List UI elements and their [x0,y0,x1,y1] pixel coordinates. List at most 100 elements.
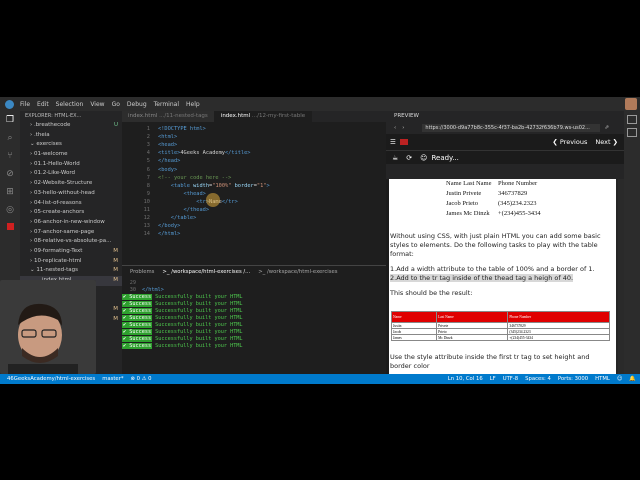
code-line[interactable]: <table width="100%" border="1"> [158,183,270,189]
reset-icon[interactable]: ⟳ [406,154,412,162]
tab-terminal-2[interactable]: >_ /workspace/html-exercises [258,269,337,275]
url-input[interactable]: https://3000-d9a77b8c-355c-4f37-ba2b-427… [422,124,601,132]
search-icon[interactable]: ⌕ [0,129,20,147]
previous-button[interactable]: ❮ Previous [552,138,587,146]
sidebar-item-label: › 05-create-anchors [30,209,85,216]
code-line[interactable]: <head> [158,142,177,148]
cursor-position[interactable]: Ln 10, Col 16 [448,376,483,382]
sidebar-item[interactable]: › 10-replicate-html M [20,257,122,267]
line-number: 10 [143,198,150,205]
problems-count[interactable]: ⊗ 0 ⚠ 0 [131,376,152,382]
action-bar: ☕ ⟳ ☺ Ready... [386,150,624,164]
code-token: <table [170,182,194,189]
encoding[interactable]: UTF-8 [503,376,518,382]
webcam-overlay [0,280,96,374]
flag-icon[interactable] [399,139,408,145]
sidebar-item[interactable]: › 07-anchor-same-page [20,228,122,238]
open-external-icon[interactable]: ⇗ [604,125,609,131]
source-control-icon[interactable]: ⑂ [0,147,20,165]
extensions-icon[interactable]: ⊞ [0,183,20,201]
code-line[interactable]: <body> [158,167,177,173]
preview-panel-icon[interactable] [627,115,637,124]
debug-icon[interactable]: ⊘ [0,165,20,183]
sidebar-item-label: › 01-welcome [30,151,68,158]
user-avatar[interactable] [625,98,637,110]
ports[interactable]: Ports: 3000 [558,376,588,382]
sidebar-item[interactable]: › 04-list-of-reasons [20,199,122,209]
menu-debug[interactable]: Debug [127,101,147,108]
code-line[interactable]: </thead> [158,207,210,213]
code-token: </body> [158,223,181,230]
indentation[interactable]: Spaces: 4 [525,376,551,382]
workspace-name[interactable]: 46GeeksAcademy/html-exercises [7,376,95,382]
back-icon[interactable]: ‹ [394,125,396,131]
code-token: > [266,182,270,189]
code-token: </thead> [183,207,210,213]
menu-edit[interactable]: Edit [37,101,49,108]
code-line[interactable]: <!DOCTYPE html> [158,126,206,132]
line-ending[interactable]: LF [490,376,496,382]
code-line[interactable]: <!-- your code here --> [158,175,231,181]
run-icon[interactable]: ☕ [392,154,398,162]
menu-view[interactable]: View [90,101,104,108]
menu-file[interactable]: File [20,101,30,108]
task-list: 1.Add a width attribute to the table of … [390,265,595,282]
code-line[interactable]: <thead> [158,191,206,197]
language-mode[interactable]: HTML [595,376,610,382]
code-line[interactable]: </body> [158,223,180,229]
code-line[interactable]: <html> [158,134,177,140]
menu-icon[interactable]: ☰ [390,138,396,146]
sidebar-item[interactable]: › .breathecode U [20,121,122,131]
files-icon[interactable]: ❐ [0,111,20,129]
tab-problems[interactable]: Problems [130,269,154,275]
bell-icon[interactable]: 🔔 [629,376,636,382]
code-line[interactable]: <tr>Name</tr> [158,198,238,205]
mouse-cursor-highlight [206,193,220,207]
git-branch[interactable]: master* [102,376,123,382]
sidebar-item[interactable]: › 02-Website-Structure [20,179,122,189]
menu-terminal[interactable]: Terminal [154,101,179,108]
git-status-badge: M [113,306,118,313]
outline-icon[interactable] [627,128,637,137]
preview-title: PREVIEW [394,113,419,119]
feedback-icon[interactable]: ☺ [617,376,623,382]
code-line[interactable]: </html> [158,231,180,237]
sidebar-item[interactable]: › 01-welcome [20,150,122,160]
code-token: </table> [170,215,197,222]
code-line[interactable]: </head> [158,158,180,164]
sample-row: Name Last Name Phone Number [446,179,541,189]
editor-tabs: index.html .../11-nested-tags index.html… [122,111,386,122]
menu-selection[interactable]: Selection [56,101,84,108]
sidebar-item[interactable]: › .theia [20,131,122,141]
code-line[interactable]: </table> [158,215,197,222]
sidebar-item[interactable]: › 08-relative-vs-absolute-pa... [20,237,122,247]
forward-icon[interactable]: › [402,125,404,131]
line-number: 4 [146,150,150,157]
sidebar-item[interactable]: › 03-hello-without-head [20,189,122,199]
terminal-success-line: ✔ Success Successfully built your HTML [122,301,386,308]
next-button[interactable]: Next ❯ [595,138,618,146]
code-token: <!DOCTYPE html> [158,126,206,132]
sidebar-item[interactable]: › 01.2-Like-Word [20,169,122,179]
code-token: </tr> [221,198,238,205]
menu-help[interactable]: Help [186,101,200,108]
tab-my-first-table[interactable]: index.html .../12-my-first-table [214,111,313,122]
tab-terminal-1[interactable]: >_ /workspace/html-exercises /... [162,269,250,275]
menu-go[interactable]: Go [112,101,120,108]
line-number: 1 [146,126,150,132]
terminal-line: 30 </html> [122,287,386,294]
sidebar-item[interactable]: › 06-anchor-in-new-window [20,218,122,228]
sidebar-item-label: › .theia [30,131,50,138]
sidebar-item[interactable]: ⌄ exercises [20,140,122,150]
sidebar-item[interactable]: › 09-formating-Text M [20,247,122,257]
vscode-window: File Edit Selection View Go Debug Termin… [0,97,640,384]
sidebar-item[interactable]: ⌄ 11-nested-tags M [20,266,122,276]
sidebar-item[interactable]: › 01.1-Hello-World [20,160,122,170]
tab-nested-tags[interactable]: index.html .../11-nested-tags [122,111,215,122]
stop-icon[interactable] [6,223,14,230]
line-number: 9 [146,190,150,197]
remote-icon[interactable]: ◎ [0,201,20,219]
sidebar-item[interactable]: › 05-create-anchors [20,208,122,218]
code-line[interactable]: <title>4Geeks Academy</title> [158,150,251,156]
